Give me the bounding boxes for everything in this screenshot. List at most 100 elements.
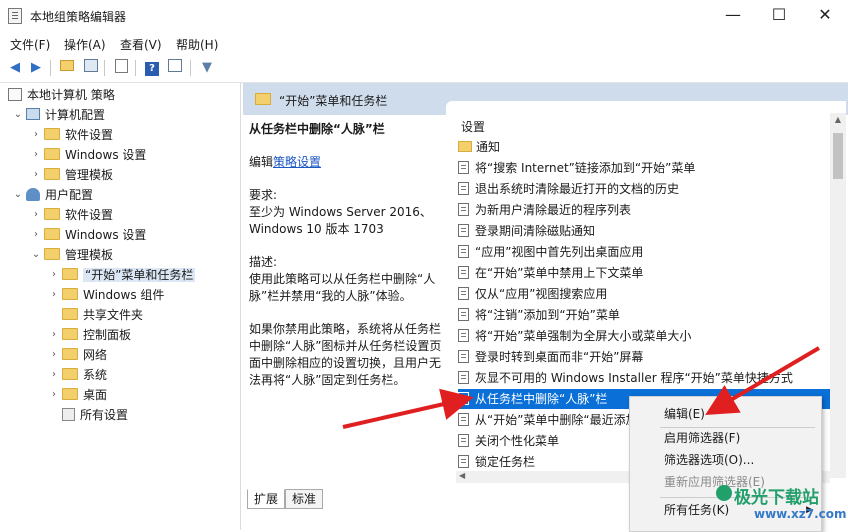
requirements-label: 要求: bbox=[249, 188, 278, 202]
tree-item[interactable]: › 软件设置 bbox=[34, 125, 113, 145]
scroll-thumb[interactable] bbox=[833, 133, 843, 179]
policy-setting-icon bbox=[458, 392, 469, 405]
collapse-arrow-icon[interactable]: › bbox=[48, 325, 60, 345]
close-button[interactable]: ✕ bbox=[802, 0, 848, 32]
maximize-button[interactable]: ☐ bbox=[756, 0, 802, 32]
policy-setting-icon bbox=[458, 350, 469, 363]
list-item[interactable]: 将“搜索 Internet”链接添加到“开始”菜单 bbox=[458, 158, 833, 178]
folder-icon bbox=[62, 328, 78, 340]
watermark-name: 极光下载站 bbox=[734, 488, 819, 508]
tree-item[interactable]: › Windows 设置 bbox=[34, 225, 146, 245]
folder-icon bbox=[44, 228, 60, 240]
policy-heading: 从任务栏中删除“人脉”栏 bbox=[249, 122, 385, 136]
menu-action[interactable]: 操作(A) bbox=[64, 36, 106, 53]
filter-icon[interactable]: ▼ bbox=[198, 59, 216, 77]
tree-user-config[interactable]: ⌄ 用户配置 bbox=[14, 185, 93, 205]
collapse-arrow-icon[interactable]: › bbox=[30, 145, 42, 165]
policy-setting-icon bbox=[458, 329, 469, 342]
computer-icon bbox=[26, 108, 40, 120]
menu-view[interactable]: 查看(V) bbox=[120, 36, 162, 53]
list-item[interactable]: 退出系统时清除最近打开的文档的历史 bbox=[458, 179, 833, 199]
tree-item[interactable]: › 控制面板 bbox=[52, 325, 131, 345]
description-text: 使用此策略可以从任务栏中删除“人脉”栏并禁用“我的人脉”体验。 bbox=[249, 272, 436, 303]
folder-icon bbox=[44, 128, 60, 140]
list-item[interactable]: 将“开始”菜单强制为全屏大小或菜单大小 bbox=[458, 326, 833, 346]
list-item[interactable]: 登录期间清除磁贴通知 bbox=[458, 221, 833, 241]
menu-item-filter-options[interactable]: 筛选器选项(O)... bbox=[630, 449, 821, 471]
policy-setting-icon bbox=[458, 434, 469, 447]
tree-item[interactable]: › 软件设置 bbox=[34, 205, 113, 225]
forward-icon[interactable]: ▶ bbox=[27, 59, 45, 77]
back-icon[interactable]: ◀ bbox=[6, 59, 24, 77]
collapse-arrow-icon[interactable]: › bbox=[30, 205, 42, 225]
policy-setting-icon bbox=[458, 455, 469, 468]
watermark: 极光下载站 www.xz7.com bbox=[716, 483, 847, 527]
collapse-arrow-icon[interactable]: › bbox=[48, 285, 60, 305]
collapse-arrow-icon[interactable]: › bbox=[30, 165, 42, 185]
list-item[interactable]: 将“注销”添加到“开始”菜单 bbox=[458, 305, 833, 325]
minimize-button[interactable]: — bbox=[710, 0, 756, 32]
list-item[interactable]: “应用”视图中首先列出桌面应用 bbox=[458, 242, 833, 262]
settings-folder-icon bbox=[62, 408, 75, 421]
tree-item-start-menu[interactable]: › “开始”菜单和任务栏 bbox=[52, 265, 196, 285]
edit-policy-link[interactable]: 策略设置 bbox=[273, 155, 321, 169]
policy-setting-icon bbox=[458, 413, 469, 426]
description-label: 描述: bbox=[249, 255, 278, 269]
tree-item[interactable]: › 桌面 bbox=[52, 385, 107, 405]
collapse-arrow-icon[interactable]: › bbox=[48, 265, 60, 285]
properties-icon[interactable] bbox=[166, 59, 184, 77]
tree-item[interactable]: › 网络 bbox=[52, 345, 107, 365]
menu-help[interactable]: 帮助(H) bbox=[176, 36, 218, 53]
tree-item[interactable]: 共享文件夹 bbox=[62, 305, 143, 325]
expand-arrow-icon[interactable]: ⌄ bbox=[30, 245, 42, 265]
tree-root[interactable]: 本地计算机 策略 bbox=[8, 85, 115, 105]
policy-setting-icon bbox=[458, 161, 469, 174]
collapse-arrow-icon[interactable]: › bbox=[48, 385, 60, 405]
tree-item[interactable]: › Windows 设置 bbox=[34, 145, 146, 165]
toolbar-separator bbox=[135, 60, 136, 76]
help-icon[interactable]: ? bbox=[143, 59, 161, 77]
list-item[interactable]: 仅从“应用”视图搜索应用 bbox=[458, 284, 833, 304]
tree-item[interactable]: › Windows 组件 bbox=[52, 285, 164, 305]
user-icon bbox=[26, 188, 40, 201]
menu-file[interactable]: 文件(F) bbox=[10, 36, 50, 53]
edit-prefix: 编辑 bbox=[249, 155, 274, 169]
list-item[interactable]: 灰显不可用的 Windows Installer 程序“开始”菜单快捷方式 bbox=[458, 368, 833, 388]
toolbar: ◀ ▶ ? ▼ bbox=[0, 54, 848, 83]
folder-icon bbox=[255, 93, 271, 105]
show-tree-icon[interactable] bbox=[82, 59, 100, 77]
expand-arrow-icon[interactable]: ⌄ bbox=[12, 185, 24, 205]
folder-icon bbox=[62, 368, 78, 380]
menu-item-edit[interactable]: 编辑(E) bbox=[630, 403, 821, 425]
list-item[interactable]: 为新用户清除最近的程序列表 bbox=[458, 200, 833, 220]
vertical-scrollbar[interactable]: ▲ bbox=[830, 113, 846, 478]
folder-icon bbox=[44, 208, 60, 220]
policy-setting-icon bbox=[458, 287, 469, 300]
folder-icon bbox=[62, 268, 78, 280]
policy-setting-icon bbox=[458, 266, 469, 279]
list-item-folder[interactable]: 通知 bbox=[458, 137, 833, 157]
scroll-up-icon[interactable]: ▲ bbox=[830, 115, 846, 124]
export-icon[interactable] bbox=[112, 59, 130, 77]
up-folder-icon[interactable] bbox=[58, 59, 76, 77]
folder-icon bbox=[62, 288, 78, 300]
collapse-arrow-icon[interactable]: › bbox=[30, 225, 42, 245]
folder-icon bbox=[44, 148, 60, 160]
expand-arrow-icon[interactable]: ⌄ bbox=[12, 105, 24, 125]
tab-standard[interactable]: 标准 bbox=[285, 489, 324, 509]
folder-icon bbox=[62, 348, 78, 360]
collapse-arrow-icon[interactable]: › bbox=[30, 125, 42, 145]
collapse-arrow-icon[interactable]: › bbox=[48, 345, 60, 365]
list-item[interactable]: 登录时转到桌面而非“开始”屏幕 bbox=[458, 347, 833, 367]
menu-item-enable-filter[interactable]: 启用筛选器(F) bbox=[630, 427, 821, 449]
tree-item[interactable]: ⌄ 管理模板 bbox=[32, 245, 113, 265]
settings-column-header[interactable]: 设置 bbox=[461, 118, 485, 135]
tree-item[interactable]: › 系统 bbox=[52, 365, 107, 385]
tab-extended[interactable]: 扩展 bbox=[247, 489, 286, 509]
list-item[interactable]: 在“开始”菜单中禁用上下文菜单 bbox=[458, 263, 833, 283]
tree-item[interactable]: › 管理模板 bbox=[34, 165, 113, 185]
tree-item[interactable]: 所有设置 bbox=[62, 405, 128, 425]
collapse-arrow-icon[interactable]: › bbox=[48, 365, 60, 385]
scroll-left-icon[interactable]: ◀ bbox=[459, 471, 465, 480]
tree-computer-config[interactable]: ⌄ 计算机配置 bbox=[14, 105, 105, 125]
